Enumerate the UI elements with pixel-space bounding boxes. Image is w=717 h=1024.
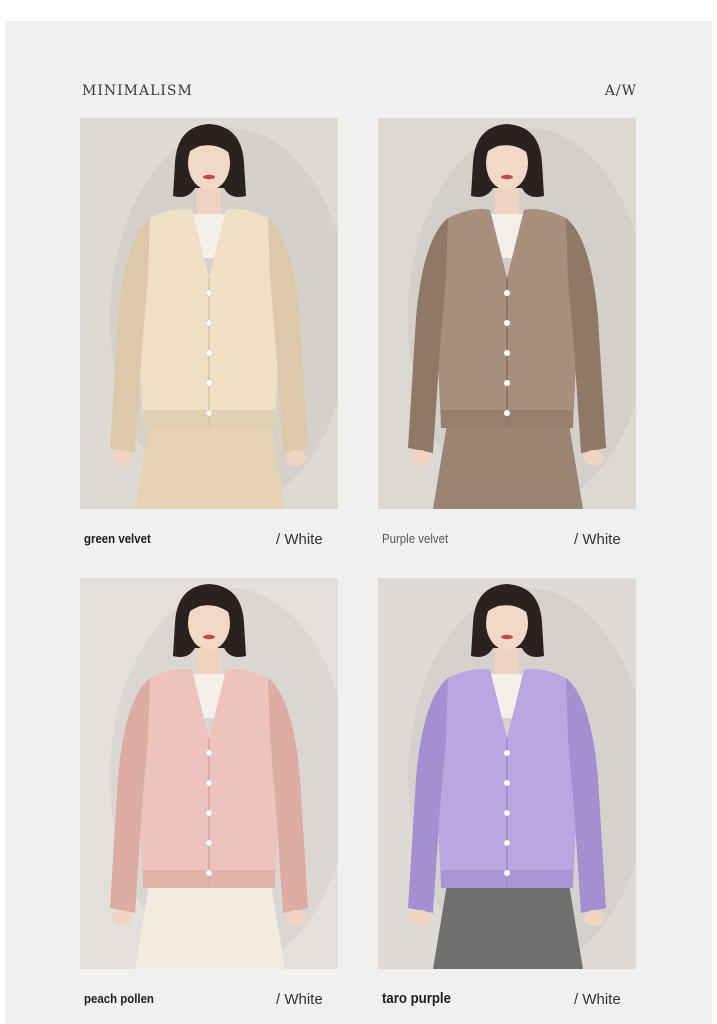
product-name: Purple velvet [382,531,449,546]
pearl-button [205,349,213,357]
left-hand [410,910,430,926]
pearl-button [503,319,511,327]
pearl-button [205,809,213,817]
product-name: peach pollen [84,991,154,1006]
pearl-button [205,779,213,787]
product-photo-peach-pollen[interactable] [80,578,338,969]
pearl-button [503,409,511,417]
product-color-label: / White [574,531,621,548]
bottom-garment [135,418,285,509]
pearl-button [503,379,511,387]
model-illustration [378,578,636,969]
neck [495,188,519,216]
brand-title: MINIMALISM [82,83,193,99]
neck [197,648,221,676]
pearl-button [503,749,511,757]
neck [495,648,519,676]
pearl-button [503,289,511,297]
right-hand [584,450,604,466]
right-hand [286,450,306,466]
pearl-button [205,289,213,297]
model-illustration [80,578,338,969]
pearl-button [503,869,511,877]
bottom-garment [135,878,285,969]
product-photo-taro-purple[interactable] [378,578,636,969]
bottom-garment [433,878,583,969]
right-hand [584,910,604,926]
product-photo-green-velvet[interactable] [80,118,338,509]
model-illustration [80,118,338,509]
lips [203,634,215,640]
pearl-button [503,349,511,357]
product-color-label: / White [574,991,621,1008]
lips [203,174,215,180]
product-color-label: / White [276,531,323,548]
pearl-button [205,749,213,757]
left-hand [410,450,430,466]
left-hand [112,450,132,466]
product-name: taro purple [382,990,451,1007]
pearl-button [205,839,213,847]
left-hand [112,910,132,926]
bottom-garment [433,418,583,509]
pearl-button [205,319,213,327]
pearl-button [205,409,213,417]
product-name: green velvet [84,531,151,546]
pearl-button [205,869,213,877]
right-hand [286,910,306,926]
pearl-button [503,779,511,787]
model-illustration [378,118,636,509]
product-photo-purple-velvet[interactable] [378,118,636,509]
pearl-button [503,809,511,817]
pearl-button [503,839,511,847]
lips [501,174,513,180]
pearl-button [205,379,213,387]
neck [197,188,221,216]
season-label: A/W [604,83,637,99]
lips [501,634,513,640]
product-color-label: / White [276,991,323,1008]
